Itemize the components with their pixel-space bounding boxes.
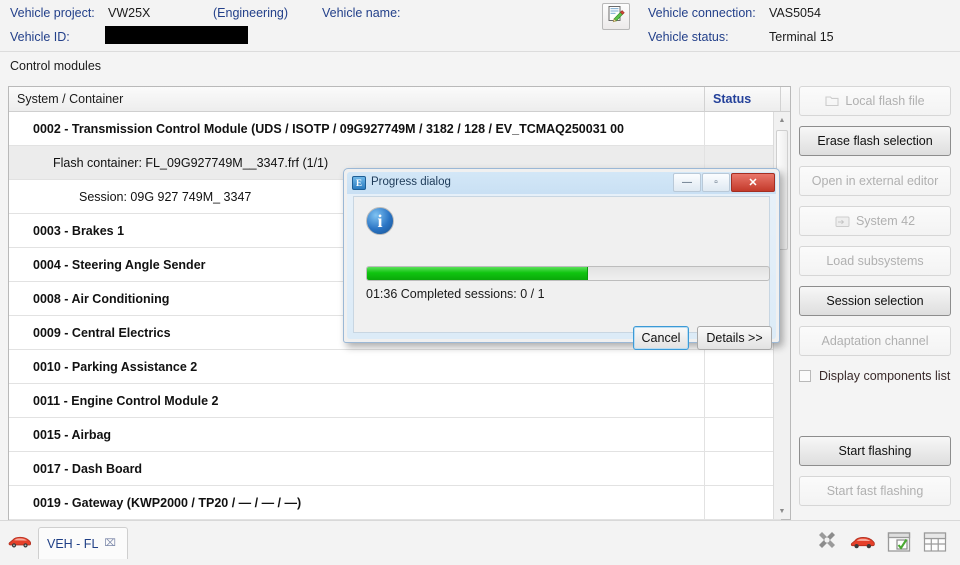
vehicle-connection-label: Vehicle connection:: [648, 6, 756, 20]
start-flashing-button[interactable]: Start flashing: [799, 436, 951, 466]
details-button[interactable]: Details >>: [697, 326, 772, 350]
engineering-label: (Engineering): [213, 6, 289, 20]
scroll-down-arrow-icon[interactable]: ▼: [774, 503, 790, 519]
start-fast-flashing-label: Start fast flashing: [826, 484, 924, 498]
action-button-panel: Local flash file Erase flash selection O…: [799, 86, 951, 516]
system-42-label: System 42: [855, 214, 916, 228]
scroll-up-arrow-icon[interactable]: ▲: [774, 112, 790, 128]
display-components-list-checkbox-row[interactable]: Display components list: [799, 366, 951, 386]
progress-status-text: 01:36 Completed sessions: 0 / 1: [366, 287, 545, 301]
table-cell-system: 0011 - Engine Control Module 2: [33, 394, 219, 408]
load-subsystems-button[interactable]: Load subsystems: [799, 246, 951, 276]
vehicle-id-redacted: [105, 26, 248, 44]
notepad-pencil-icon: [607, 5, 625, 28]
table-cell-system: 0010 - Parking Assistance 2: [33, 360, 198, 374]
vehicle-status-label: Vehicle status:: [648, 30, 729, 44]
status-tray: [814, 529, 948, 555]
open-in-external-editor-button[interactable]: Open in external editor: [799, 166, 951, 196]
start-fast-flashing-button[interactable]: Start fast flashing: [799, 476, 951, 506]
dialog-app-icon: E: [352, 176, 366, 190]
vehicle-connection-value: VAS5054: [769, 6, 821, 20]
display-components-list-checkbox[interactable]: [799, 370, 811, 382]
column-divider-right: [780, 87, 781, 111]
open-in-external-editor-label: Open in external editor: [811, 174, 939, 188]
info-icon: i: [366, 207, 394, 235]
dialog-frame: E Progress dialog — ▫ ✕ i 01:36 Complete…: [347, 172, 776, 350]
table-row[interactable]: 0019 - Gateway (KWP2000 / TP20 / — / — /…: [9, 486, 781, 520]
row-divider: [704, 384, 705, 417]
local-flash-file-button[interactable]: Local flash file: [799, 86, 951, 116]
vehicle-id-label: Vehicle ID:: [10, 30, 70, 44]
progress-bar: [366, 266, 770, 281]
bottom-bar: VEH - FL ⌧: [0, 520, 960, 565]
local-flash-file-label: Local flash file: [845, 94, 925, 108]
adaptation-channel-label: Adaptation channel: [821, 334, 929, 348]
vehicle-project-value: VW25X: [108, 6, 151, 20]
panel-spacer: [799, 396, 951, 436]
progress-dialog: E Progress dialog — ▫ ✕ i 01:36 Complete…: [343, 168, 780, 350]
vehicle-connection-button[interactable]: [602, 3, 630, 30]
erase-flash-selection-button[interactable]: Erase flash selection: [799, 126, 951, 156]
control-modules-title: Control modules: [10, 59, 102, 73]
vehicle-project-label: Vehicle project:: [10, 6, 95, 20]
row-divider: [704, 112, 705, 145]
table-cell-system: 0017 - Dash Board: [33, 462, 143, 476]
system-42-button[interactable]: System 42: [799, 206, 951, 236]
table-cell-system: 0002 - Transmission Control Module (UDS …: [33, 122, 624, 136]
car-icon: [8, 534, 32, 554]
vehicle-name-label: Vehicle name:: [322, 6, 401, 20]
dialog-title-bar[interactable]: E Progress dialog — ▫ ✕: [347, 172, 776, 194]
cancel-button-label: Cancel: [641, 331, 681, 345]
car-icon[interactable]: [850, 529, 876, 555]
dialog-title: Progress dialog: [371, 176, 451, 188]
table-row[interactable]: 0017 - Dash Board: [9, 452, 781, 486]
window-controls: — ▫ ✕: [672, 173, 775, 192]
vehicle-status-value: Terminal 15: [769, 30, 834, 44]
table-row[interactable]: 0010 - Parking Assistance 2: [9, 350, 781, 384]
grid-table-icon[interactable]: [922, 529, 948, 555]
load-subsystems-label: Load subsystems: [826, 254, 924, 268]
vehicle-info-header: Vehicle project: VW25X (Engineering) Veh…: [0, 0, 960, 52]
column-header-system[interactable]: System / Container: [17, 92, 123, 106]
erase-flash-selection-label: Erase flash selection: [817, 134, 933, 148]
details-button-label: Details >>: [706, 331, 763, 345]
close-icon[interactable]: ✕: [731, 173, 775, 192]
table-row[interactable]: 0002 - Transmission Control Module (UDS …: [9, 112, 781, 146]
close-icon[interactable]: ⌧: [104, 538, 116, 549]
session-selection-label: Session selection: [826, 294, 924, 308]
progress-bar-fill: [367, 267, 589, 280]
column-divider[interactable]: [704, 87, 705, 111]
adaptation-channel-button[interactable]: Adaptation channel: [799, 326, 951, 356]
flash-tool-window: Vehicle project: VW25X (Engineering) Veh…: [0, 0, 960, 565]
start-flashing-label: Start flashing: [838, 444, 912, 458]
table-row[interactable]: 0011 - Engine Control Module 2: [9, 384, 781, 418]
row-divider: [704, 452, 705, 485]
flash-file-icon: [825, 95, 839, 107]
display-components-list-label: Display components list: [819, 369, 951, 383]
tab-veh-fl-label: VEH - FL: [47, 536, 99, 551]
row-divider: [704, 350, 705, 383]
tools-icon[interactable]: [814, 529, 840, 555]
column-header-status[interactable]: Status: [713, 92, 751, 106]
dialog-body: i 01:36 Completed sessions: 0 / 1 Cancel…: [353, 196, 772, 350]
maximize-icon[interactable]: ▫: [702, 173, 730, 192]
system-icon: [835, 215, 850, 228]
table-cell-system: 0015 - Airbag: [33, 428, 112, 442]
checklist-window-icon[interactable]: [886, 529, 912, 555]
session-selection-button[interactable]: Session selection: [799, 286, 951, 316]
tab-veh-fl[interactable]: VEH - FL ⌧: [38, 527, 128, 559]
cancel-button[interactable]: Cancel: [633, 326, 689, 350]
table-row[interactable]: 0015 - Airbag: [9, 418, 781, 452]
minimize-icon[interactable]: —: [673, 173, 701, 192]
row-divider: [704, 486, 705, 519]
table-header-row: System / Container Status: [9, 87, 790, 112]
table-cell-system: 0019 - Gateway (KWP2000 / TP20 / — / — /…: [33, 496, 302, 510]
row-divider: [704, 418, 705, 451]
